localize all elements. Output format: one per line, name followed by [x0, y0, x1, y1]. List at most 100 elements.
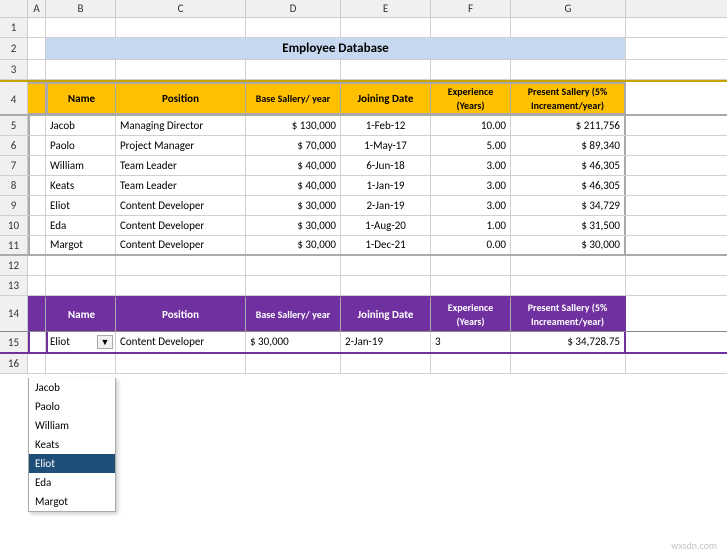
col-header-B: B: [46, 0, 116, 17]
cell-exp-6: 5.00: [431, 136, 511, 155]
lookup-name-cell[interactable]: Eliot ▼: [46, 332, 116, 352]
cell-present-11: $ 30,000: [511, 236, 626, 254]
cell-F3: [431, 60, 511, 79]
col-header-G: G: [511, 0, 626, 17]
col-header-D: D: [246, 0, 341, 17]
rownum-12: 12: [0, 256, 28, 275]
cell-pos-11: Content Developer: [116, 236, 246, 254]
col-header-C: C: [116, 0, 246, 17]
cell-date-5: 1-Feb-12: [341, 116, 431, 135]
row-14-header2: 14 Name Position Base Sallery/ year Join…: [0, 296, 727, 332]
cell-present-7: $ 46,305: [511, 156, 626, 175]
row-2: 2 Employee Database: [0, 38, 727, 60]
cell-G3: [511, 60, 626, 79]
header2-base-salary: Base Sallery/ year: [246, 296, 341, 331]
row-5: 5 Jacob Managing Director $ 130,000 1-Fe…: [0, 116, 727, 136]
cell-sal-10: $ 30,000: [246, 216, 341, 235]
cell-sal-11: $ 30,000: [246, 236, 341, 254]
cell-present-10: $ 31,500: [511, 216, 626, 235]
cell-name-11: Margot: [46, 236, 116, 254]
spreadsheet: A B C D E F G 1 2 Employee Database: [0, 0, 727, 558]
row-16: 16: [0, 354, 727, 374]
rownum-1: 1: [0, 18, 28, 37]
cell-name-8: Keats: [46, 176, 116, 195]
col-header-F: F: [431, 0, 511, 17]
rownum-10: 10: [0, 216, 28, 235]
cell-exp-11: 0.00: [431, 236, 511, 254]
dropdown-item-william[interactable]: William: [29, 416, 115, 435]
cell-A3: [28, 60, 46, 79]
cell-date-6: 1-May-17: [341, 136, 431, 155]
cell-exp-7: 3.00: [431, 156, 511, 175]
rownum-2: 2: [0, 38, 28, 59]
cell-exp-9: 3.00: [431, 196, 511, 215]
rownum-6: 6: [0, 136, 28, 155]
cell-sal-5: $ 130,000: [246, 116, 341, 135]
cell-pos-9: Content Developer: [116, 196, 246, 215]
cell-name-6: Paolo: [46, 136, 116, 155]
cell-sal-8: $ 40,000: [246, 176, 341, 195]
header-base-salary: Base Sallery/ year: [246, 82, 341, 114]
cell-name-9: Eliot: [46, 196, 116, 215]
cell-pos-5: Managing Director: [116, 116, 246, 135]
cell-pos-10: Content Developer: [116, 216, 246, 235]
cell-name-7: William: [46, 156, 116, 175]
row-10: 10 Eda Content Developer $ 30,000 1-Aug-…: [0, 216, 727, 236]
cell-pos-6: Project Manager: [116, 136, 246, 155]
cell-present-6: $ 89,340: [511, 136, 626, 155]
dropdown-item-keats[interactable]: Keats: [29, 435, 115, 454]
cell-present-8: $ 46,305: [511, 176, 626, 195]
rownum-7: 7: [0, 156, 28, 175]
header-A4: [28, 82, 46, 114]
dropdown-arrow[interactable]: ▼: [97, 335, 113, 349]
dropdown-item-jacob[interactable]: Jacob: [29, 378, 115, 397]
lookup-A: [28, 332, 46, 352]
rownum-13: 13: [0, 276, 28, 295]
corner-cell: [0, 0, 28, 17]
header2-present-salary: Present Sallery (5% Increament/year): [511, 296, 626, 331]
cell-E1: [341, 18, 431, 37]
cell-date-11: 1-Dec-21: [341, 236, 431, 254]
header2-A: [28, 296, 46, 331]
cell-B3: [46, 60, 116, 79]
row-3: 3: [0, 60, 727, 80]
row-11: 11 Margot Content Developer $ 30,000 1-D…: [0, 236, 727, 256]
row-12: 12: [0, 256, 727, 276]
row-1: 1: [0, 18, 727, 38]
row-7: 7 William Team Leader $ 40,000 6-Jun-18 …: [0, 156, 727, 176]
lookup-date: 2-Jan-19: [341, 332, 431, 352]
header-name: Name: [46, 82, 116, 114]
rownum-16: 16: [0, 354, 28, 373]
header-present-salary: Present Sallery (5% Increament/year): [511, 82, 626, 114]
employee-data-rows: 5 Jacob Managing Director $ 130,000 1-Fe…: [0, 116, 727, 256]
dropdown-item-eliot[interactable]: Eliot: [29, 454, 115, 473]
cell-B1: [46, 18, 116, 37]
cell-date-8: 1-Jan-19: [341, 176, 431, 195]
cell-exp-8: 3.00: [431, 176, 511, 195]
cell-exp-5: 10.00: [431, 116, 511, 135]
header-experience: Experience (Years): [431, 82, 511, 114]
name-dropdown[interactable]: JacobPaoloWilliamKeatsEliotEdaMargot: [28, 378, 116, 512]
cell-present-5: $ 211,756: [511, 116, 626, 135]
lookup-present: $ 34,728.75: [511, 332, 626, 352]
lookup-name-value: Eliot: [50, 334, 95, 350]
lookup-salary: $ 30,000: [246, 332, 341, 352]
row-8: 8 Keats Team Leader $ 40,000 1-Jan-19 3.…: [0, 176, 727, 196]
header-position: Position: [116, 82, 246, 114]
lookup-position: Content Developer: [116, 332, 246, 352]
cell-present-9: $ 34,729: [511, 196, 626, 215]
cell-C1: [116, 18, 246, 37]
cell-sal-7: $ 40,000: [246, 156, 341, 175]
cell-pos-7: Team Leader: [116, 156, 246, 175]
cell-A2: [28, 38, 46, 59]
dropdown-item-eda[interactable]: Eda: [29, 473, 115, 492]
dropdown-item-margot[interactable]: Margot: [29, 492, 115, 511]
cell-D1: [246, 18, 341, 37]
cell-E3: [341, 60, 431, 79]
cell-D3: [246, 60, 341, 79]
col-header-A: A: [28, 0, 46, 17]
header-joining-date: Joining Date: [341, 82, 431, 114]
cell-pos-8: Team Leader: [116, 176, 246, 195]
cell-G1: [511, 18, 626, 37]
dropdown-item-paolo[interactable]: Paolo: [29, 397, 115, 416]
